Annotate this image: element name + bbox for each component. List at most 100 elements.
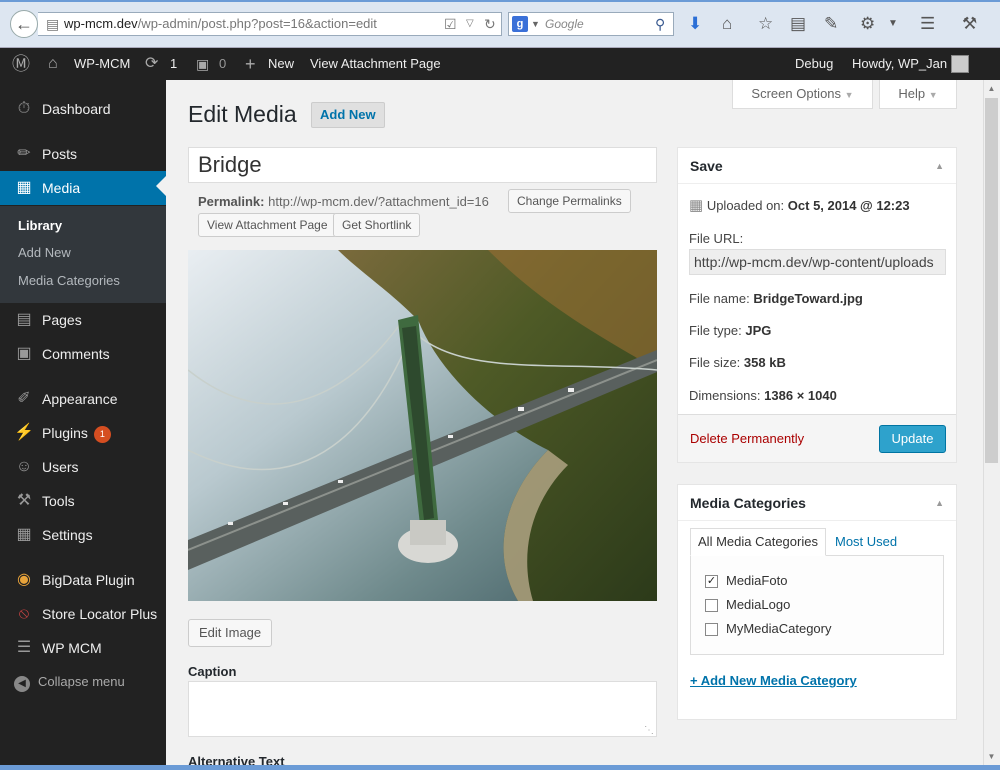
plugins-update-badge: 1 <box>93 425 111 443</box>
help-button[interactable]: Help ▼ <box>879 80 957 109</box>
save-metabox-title[interactable]: Save <box>678 148 956 184</box>
scrollbar-thumb[interactable] <box>985 98 998 463</box>
bookmarks-list-icon[interactable]: ▤ <box>790 12 806 36</box>
tab-most-used[interactable]: Most Used <box>835 528 897 556</box>
search-magnifier-icon[interactable]: ⚲ <box>655 12 665 36</box>
submenu-media-categories[interactable]: Media Categories <box>18 271 120 291</box>
dimensions-label: Dimensions: <box>689 388 761 403</box>
sidebar-item-label: Appearance <box>42 391 118 407</box>
wordpress-logo-icon[interactable]: Ⓜ <box>12 48 30 80</box>
updates-count[interactable]: 1 <box>170 48 177 80</box>
site-home-icon[interactable]: ⌂ <box>48 48 58 80</box>
collapse-label: Collapse menu <box>38 674 125 689</box>
submenu-add-new[interactable]: Add New <box>18 243 71 263</box>
scroll-up-arrow-icon[interactable]: ▲ <box>983 80 1000 97</box>
sidebar-item-label: Plugins <box>42 425 88 441</box>
settings-icon: ▦ <box>16 526 32 543</box>
title-field[interactable]: Bridge <box>188 147 657 183</box>
sidebar-item-settings[interactable]: ▦ Settings <box>0 518 166 552</box>
checkbox-mymediacategory[interactable] <box>705 623 718 636</box>
pages-icon: ▤ <box>16 311 32 328</box>
url-dropdown-icon[interactable]: ▽ <box>466 12 474 36</box>
caption-textarea[interactable]: ⋱ <box>188 681 657 737</box>
new-menu[interactable]: New <box>268 48 294 80</box>
delete-permanently-link[interactable]: Delete Permanently <box>690 431 804 447</box>
tab-all-media-categories[interactable]: All Media Categories <box>690 528 826 556</box>
change-permalinks-button[interactable]: Change Permalinks <box>508 189 631 213</box>
notepad-icon[interactable]: ✎ <box>824 12 838 36</box>
calendar-icon: ▦ <box>689 197 704 214</box>
home-icon[interactable]: ⌂ <box>722 12 732 36</box>
category-label[interactable]: MediaLogo <box>726 597 790 613</box>
add-new-button[interactable]: Add New <box>311 102 385 128</box>
sidebar-item-label: Store Locator Plus <box>42 606 158 622</box>
add-new-media-category-link[interactable]: + Add New Media Category <box>690 672 857 690</box>
bookmark-star-icon[interactable]: ☆ <box>758 12 773 36</box>
chevron-down-icon: ▼ <box>928 90 938 100</box>
addon-dropdown-icon[interactable]: ▼ <box>888 12 898 36</box>
get-shortlink-button[interactable]: Get Shortlink <box>333 213 421 237</box>
save-actions: Delete Permanently Update <box>678 414 956 462</box>
google-icon[interactable]: g <box>512 16 528 32</box>
comments-bubble-icon[interactable]: ▣ <box>196 48 209 80</box>
scroll-down-arrow-icon[interactable]: ▼ <box>983 748 1000 765</box>
debug-menu[interactable]: Debug <box>795 48 833 80</box>
sidebar-item-bigdata-plugin[interactable]: ◉ BigData Plugin <box>0 563 166 597</box>
sidebar-item-wp-mcm[interactable]: ☰ WP MCM <box>0 631 166 665</box>
edit-image-button[interactable]: Edit Image <box>188 619 273 647</box>
permalink-url[interactable]: http://wp-mcm.dev/?attachment_id=16 <box>268 194 489 209</box>
sidebar-item-label: Posts <box>42 146 78 162</box>
checkbox-medialogo[interactable] <box>705 599 718 612</box>
checkbox-mediafoto[interactable]: ✓ <box>705 575 718 588</box>
site-name[interactable]: WP-MCM <box>74 48 130 80</box>
reload-icon[interactable]: ↻ <box>484 12 496 36</box>
chevron-down-icon: ▼ <box>844 90 854 100</box>
toggle-arrow-icon[interactable]: ▲ <box>935 485 944 521</box>
file-url-field[interactable]: http://wp-mcm.dev/wp-content/uploads <box>689 249 946 275</box>
update-button[interactable]: Update <box>879 425 946 453</box>
toggle-arrow-icon[interactable]: ▲ <box>935 148 944 184</box>
uploaded-row: ▦ Uploaded on: Oct 5, 2014 @ 12:23 <box>689 197 910 215</box>
resize-handle-icon[interactable]: ⋱ <box>644 725 654 736</box>
sidebar-item-posts[interactable]: ✏ Posts <box>0 137 166 171</box>
sidebar-item-media[interactable]: ▦ Media <box>0 171 166 205</box>
file-name-row: File name: BridgeToward.jpg <box>689 290 863 308</box>
plus-icon[interactable]: + <box>245 48 256 80</box>
site-info-icon[interactable]: ☑ <box>444 12 457 36</box>
account-menu[interactable]: Howdy, WP_Jan <box>852 48 947 80</box>
file-url-label: File URL: <box>689 231 744 246</box>
search-engine-caret-icon[interactable]: ▼ <box>531 14 540 34</box>
screen-options-button[interactable]: Screen Options ▼ <box>732 80 873 109</box>
sidebar-item-dashboard[interactable]: ⏱ Dashboard <box>0 92 166 126</box>
developer-tools-icon[interactable]: ⚒ <box>962 12 977 36</box>
media-categories-title[interactable]: Media Categories <box>678 485 956 521</box>
sidebar-item-pages[interactable]: ▤ Pages <box>0 303 166 337</box>
collapse-menu-button[interactable]: ◀ Collapse menu <box>14 671 125 693</box>
submenu-library[interactable]: Library <box>18 216 62 236</box>
sidebar-item-comments[interactable]: ▣ Comments <box>0 337 166 371</box>
sidebar-item-store-locator-plus[interactable]: ⦸ Store Locator Plus <box>0 597 166 631</box>
save-metabox: Save ▲ ▦ Uploaded on: Oct 5, 2014 @ 12:2… <box>677 147 957 463</box>
sidebar-item-tools[interactable]: ⚒ Tools <box>0 484 166 518</box>
back-button[interactable]: ← <box>10 10 38 38</box>
comments-icon: ▣ <box>16 345 32 362</box>
addon-icon[interactable]: ⚙ <box>860 12 875 36</box>
updates-icon[interactable]: ⟳ <box>145 48 158 80</box>
sidebar-item-plugins[interactable]: ⚡ Plugins 1 <box>0 416 166 450</box>
view-attachment-link[interactable]: View Attachment Page <box>310 48 441 80</box>
file-type-label: File type: <box>689 323 742 338</box>
comments-count[interactable]: 0 <box>219 48 226 80</box>
view-attachment-page-button[interactable]: View Attachment Page <box>198 213 337 237</box>
category-label[interactable]: MediaFoto <box>726 573 787 589</box>
users-icon: ☺ <box>15 458 33 475</box>
menu-icon[interactable]: ☰ <box>920 12 935 36</box>
url-bar[interactable]: wp-mcm.dev/wp-admin/post.php?post=16&act… <box>38 12 502 36</box>
bulb-icon: ◉ <box>17 571 31 588</box>
sidebar-item-users[interactable]: ☺ Users <box>0 450 166 484</box>
avatar[interactable] <box>951 55 969 73</box>
caption-label: Caption <box>188 664 237 679</box>
url-path: /wp-admin/post.php?post=16&action=edit <box>137 16 377 31</box>
download-icon[interactable]: ⬇ <box>688 12 702 36</box>
category-label[interactable]: MyMediaCategory <box>726 621 832 637</box>
sidebar-item-appearance[interactable]: ✐ Appearance <box>0 382 166 416</box>
